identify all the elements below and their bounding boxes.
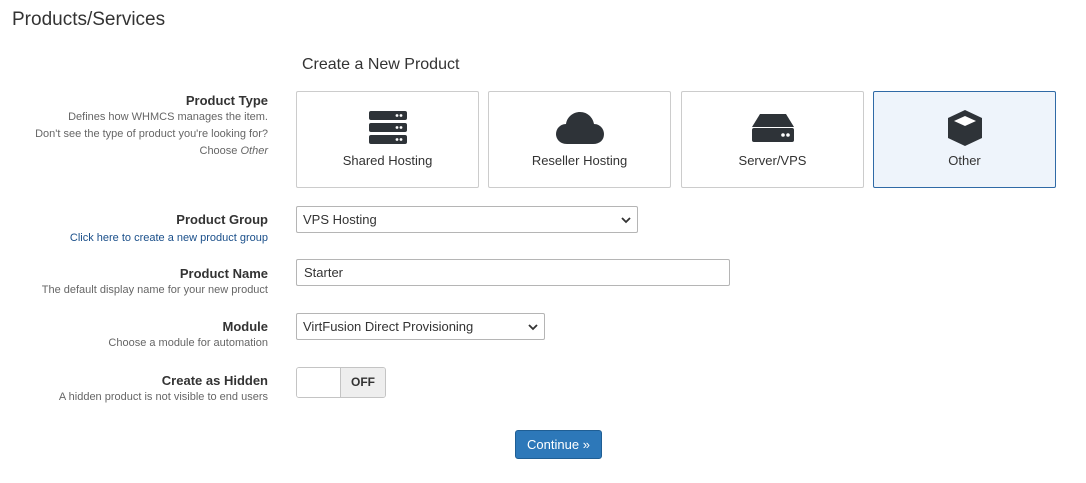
card-label: Shared Hosting <box>342 153 433 168</box>
card-label: Reseller Hosting <box>531 153 628 168</box>
module-select[interactable]: VirtFusion Direct Provisioning <box>296 313 545 340</box>
product-group-label: Product Group <box>176 212 268 227</box>
product-type-other[interactable]: Other <box>873 91 1056 188</box>
product-group-label-block: Product Group Click here to create a new… <box>70 212 268 247</box>
hidden-label-block: Create as Hidden A hidden product is not… <box>59 373 268 406</box>
page-title: Products/Services <box>12 9 166 30</box>
server-stack-icon <box>297 108 478 148</box>
hidden-toggle[interactable]: OFF <box>296 367 386 398</box>
hidden-help: A hidden product is not visible to end u… <box>58 391 268 403</box>
product-type-label: Product Type <box>185 93 268 108</box>
product-type-help-1: Defines how WHMCS manages the item. <box>68 111 268 123</box>
cloud-icon <box>489 108 670 148</box>
form-heading: Create a New Product <box>302 56 460 73</box>
card-label: Server/VPS <box>738 153 807 168</box>
product-type-help-3-prefix: Choose <box>199 145 238 157</box>
product-name-help: The default display name for your new pr… <box>41 284 268 296</box>
module-value: VirtFusion Direct Provisioning <box>303 319 474 334</box>
continue-button[interactable]: Continue » <box>515 430 602 459</box>
product-type-reseller-hosting[interactable]: Reseller Hosting <box>488 91 671 188</box>
product-type-help-3: Choose Other <box>35 143 269 160</box>
product-type-label-block: Product Type Defines how WHMCS manages t… <box>35 93 268 160</box>
product-group-select[interactable]: VPS Hosting <box>296 206 638 233</box>
toggle-knob <box>297 368 341 397</box>
toggle-state-label: OFF <box>341 368 385 397</box>
hidden-label: Create as Hidden <box>161 373 268 388</box>
chevron-down-icon <box>528 324 538 331</box>
chevron-down-icon <box>621 217 631 224</box>
product-name-input[interactable] <box>296 259 730 286</box>
product-type-help-2: Don't see the type of product you're loo… <box>35 128 268 140</box>
product-type-server-vps[interactable]: Server/VPS <box>681 91 864 188</box>
product-group-value: VPS Hosting <box>303 212 377 227</box>
module-label-block: Module Choose a module for automation <box>108 319 268 352</box>
hard-drive-icon <box>682 108 863 148</box>
product-name-label: Product Name <box>179 266 268 281</box>
product-type-shared-hosting[interactable]: Shared Hosting <box>296 91 479 188</box>
product-name-label-block: Product Name The default display name fo… <box>42 266 268 299</box>
create-product-group-link[interactable]: Click here to create a new product group <box>70 232 268 244</box>
module-help: Choose a module for automation <box>108 337 268 349</box>
product-type-help-3-other: Other <box>240 145 268 157</box>
card-label: Other <box>948 153 981 168</box>
cube-icon <box>874 108 1055 148</box>
module-label: Module <box>222 319 269 334</box>
